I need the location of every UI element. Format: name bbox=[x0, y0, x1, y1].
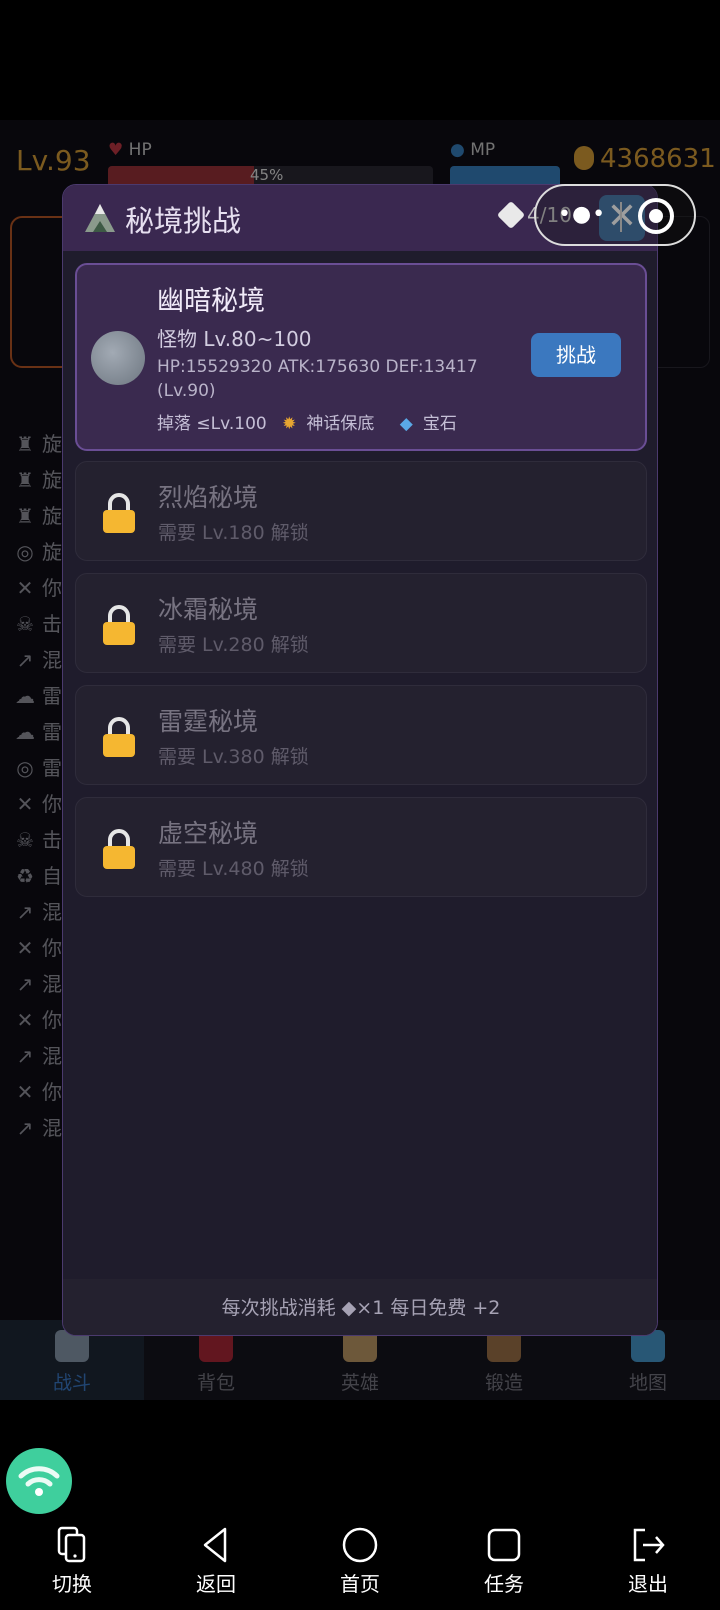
system-button-label: 返回 bbox=[196, 1572, 236, 1596]
system-button-label: 任务 bbox=[484, 1572, 524, 1596]
system-home-button[interactable]: 首页 bbox=[310, 1526, 410, 1597]
lock-icon bbox=[103, 605, 135, 645]
capsule-divider bbox=[620, 202, 622, 232]
wifi-float-button[interactable] bbox=[6, 1448, 72, 1514]
realm-drops: 掉落 ≤Lv.100 ✹ 神话保底 ◆ 宝石 bbox=[157, 409, 477, 434]
lock-icon bbox=[103, 829, 135, 869]
back-icon bbox=[166, 1526, 266, 1564]
system-button-label: 首页 bbox=[340, 1572, 380, 1596]
system-navigation-bar: 切换 返回 首页 任务 退出 bbox=[0, 1526, 720, 1610]
dialog-title: 秘境挑战 bbox=[125, 204, 242, 238]
system-switch-button[interactable]: 切换 bbox=[22, 1526, 122, 1597]
moon-icon bbox=[91, 331, 145, 385]
realm-requirement: 需要 Lv.480 解锁 bbox=[158, 858, 309, 880]
system-tasks-button[interactable]: 任务 bbox=[454, 1526, 554, 1597]
realm-monster-level: 怪物 Lv.80~100 bbox=[157, 327, 312, 351]
realm-card-dark: 幽暗秘境 怪物 Lv.80~100 HP:15529320 ATK:175630… bbox=[75, 263, 647, 451]
realm-requirement: 需要 Lv.380 解锁 bbox=[158, 746, 309, 768]
miniprogram-capsule: •●• bbox=[534, 184, 696, 246]
realm-card-flame[interactable]: 烈焰秘境 需要 Lv.180 解锁 bbox=[75, 461, 647, 561]
realm-card-void[interactable]: 虚空秘境 需要 Lv.480 解锁 bbox=[75, 797, 647, 897]
secret-realm-dialog: 秘境挑战 4/10 ✕ 幽暗秘境 怪物 Lv.80~100 HP:1552932… bbox=[62, 184, 658, 1336]
system-button-label: 切换 bbox=[52, 1572, 92, 1596]
realm-card-frost[interactable]: 冰霜秘境 需要 Lv.280 解锁 bbox=[75, 573, 647, 673]
sun-icon: ✹ bbox=[282, 414, 297, 434]
challenge-button[interactable]: 挑战 bbox=[531, 333, 621, 377]
switch-icon bbox=[22, 1526, 122, 1564]
exit-icon bbox=[598, 1526, 698, 1564]
cost-note: 每次挑战消耗 ◆×1 每日免费 +2 bbox=[63, 1279, 657, 1335]
realm-name: 烈焰秘境 bbox=[158, 483, 259, 512]
system-button-label: 退出 bbox=[628, 1572, 668, 1596]
home-icon bbox=[310, 1526, 410, 1564]
wifi-icon bbox=[18, 1466, 60, 1496]
realm-name: 虚空秘境 bbox=[158, 819, 259, 848]
more-menu-icon[interactable]: •●• bbox=[558, 202, 606, 227]
system-back-button[interactable]: 返回 bbox=[166, 1526, 266, 1597]
close-miniprogram-icon[interactable] bbox=[638, 198, 674, 234]
ticket-icon bbox=[496, 200, 526, 230]
tasks-icon bbox=[454, 1526, 554, 1564]
realm-monster-stats: HP:15529320 ATK:175630 DEF:13417 (Lv.90) bbox=[157, 357, 478, 401]
drop-level: 掉落 ≤Lv.100 bbox=[157, 414, 267, 434]
realm-card-thunder[interactable]: 雷霆秘境 需要 Lv.380 解锁 bbox=[75, 685, 647, 785]
drop-myth: ✹ 神话保底 bbox=[282, 414, 375, 434]
lock-icon bbox=[103, 493, 135, 533]
realm-name: 幽暗秘境 bbox=[157, 286, 265, 317]
realm-requirement: 需要 Lv.180 解锁 bbox=[158, 522, 309, 544]
realm-name: 冰霜秘境 bbox=[158, 595, 259, 624]
realm-name: 雷霆秘境 bbox=[158, 707, 259, 736]
lock-icon bbox=[103, 717, 135, 757]
drop-gem: ◆ 宝石 bbox=[399, 414, 457, 434]
realm-requirement: 需要 Lv.280 解锁 bbox=[158, 634, 309, 656]
mountain-icon bbox=[85, 204, 115, 232]
system-exit-button[interactable]: 退出 bbox=[598, 1526, 698, 1597]
gem-icon: ◆ bbox=[399, 414, 413, 434]
